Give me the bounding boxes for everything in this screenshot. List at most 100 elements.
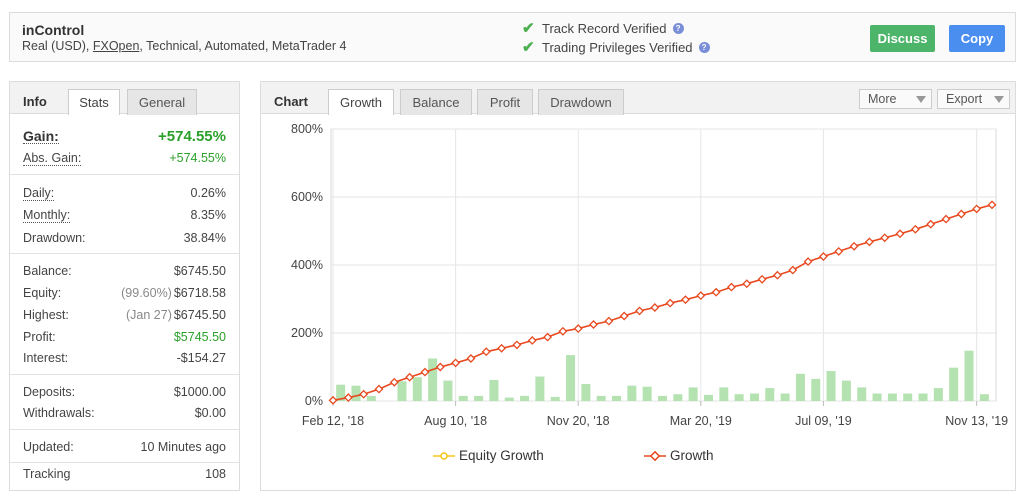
growth-point bbox=[466, 354, 476, 363]
bar bbox=[979, 394, 989, 401]
more-dropdown[interactable]: More bbox=[859, 89, 932, 109]
bar bbox=[964, 350, 974, 401]
tab-profit[interactable]: Profit bbox=[477, 89, 533, 115]
bar bbox=[412, 377, 422, 401]
y-tick-label: 400% bbox=[291, 258, 323, 272]
growth-point bbox=[788, 265, 798, 275]
growth-point bbox=[374, 384, 384, 394]
legend-growth[interactable]: Growth bbox=[644, 448, 714, 463]
growth-point bbox=[926, 219, 936, 229]
bar bbox=[933, 388, 943, 401]
growth-point bbox=[527, 336, 537, 345]
growth-point bbox=[757, 274, 767, 284]
bar bbox=[504, 397, 514, 401]
trading-privileges-verified: ✔ Trading Privileges Verified ? bbox=[522, 38, 710, 56]
growth-point bbox=[681, 295, 690, 305]
broker-link[interactable]: FXOpen bbox=[93, 39, 140, 53]
tab-stats[interactable]: Stats bbox=[68, 89, 120, 115]
chart-title: Chart bbox=[274, 94, 308, 109]
info-panel: Info Stats General Gain: +574.55% Abs. G… bbox=[9, 81, 240, 491]
growth-point bbox=[635, 306, 644, 316]
bar bbox=[428, 358, 438, 401]
interest-label: Interest: bbox=[23, 351, 69, 365]
account-header: inControl Real (USD), FXOpen, Technical,… bbox=[9, 12, 1016, 62]
growth-point bbox=[987, 200, 997, 210]
drawdown-value: 38.84% bbox=[183, 231, 226, 245]
tab-drawdown[interactable]: Drawdown bbox=[538, 89, 624, 115]
deposits-row: Deposits: $1000.00 bbox=[23, 382, 226, 402]
growth-point bbox=[803, 257, 813, 267]
x-tick-label: Nov 13, '19 bbox=[945, 414, 1008, 428]
y-tick-label: 800% bbox=[291, 122, 323, 136]
bar bbox=[489, 379, 499, 401]
bar bbox=[918, 393, 928, 401]
chart-panel: Chart Growth Balance Profit Drawdown Mor… bbox=[260, 81, 1016, 491]
bar bbox=[826, 371, 836, 401]
bar bbox=[872, 393, 882, 401]
growth-point bbox=[604, 316, 614, 326]
growth-point bbox=[742, 279, 752, 289]
help-icon[interactable]: ? bbox=[698, 41, 710, 53]
check-icon: ✔ bbox=[522, 20, 535, 37]
equity-percent: (99.60%) bbox=[121, 286, 172, 300]
legend-growth-marker bbox=[644, 450, 666, 461]
drawdown-row: Drawdown: 38.84% bbox=[23, 228, 226, 248]
bar bbox=[949, 367, 959, 401]
help-icon[interactable]: ? bbox=[672, 22, 684, 34]
bar bbox=[351, 385, 361, 401]
account-details: Real (USD), FXOpen, Technical, Automated… bbox=[22, 39, 346, 53]
divider bbox=[10, 253, 239, 254]
daily-label[interactable]: Daily: bbox=[23, 186, 55, 201]
balance-label: Balance: bbox=[23, 264, 72, 278]
check-icon: ✔ bbox=[522, 39, 535, 56]
account-type: Real (USD), bbox=[22, 39, 93, 53]
growth-point bbox=[895, 229, 905, 239]
growth-point bbox=[619, 311, 629, 321]
x-tick-label: Mar 20, '19 bbox=[670, 414, 732, 428]
bar bbox=[903, 393, 913, 401]
withdrawals-value: $0.00 bbox=[194, 406, 226, 420]
bar bbox=[719, 387, 729, 401]
bar bbox=[520, 395, 530, 401]
export-dropdown[interactable]: Export bbox=[937, 89, 1010, 109]
bar bbox=[734, 394, 744, 401]
account-name: inControl bbox=[22, 22, 85, 38]
deposits-value: $1000.00 bbox=[173, 385, 226, 399]
tab-general[interactable]: General bbox=[127, 89, 197, 115]
tracking-row: Tracking 108 bbox=[23, 464, 226, 484]
drawdown-label: Drawdown: bbox=[23, 231, 86, 245]
bar bbox=[887, 393, 897, 401]
growth-point bbox=[650, 303, 660, 312]
growth-point bbox=[420, 367, 430, 377]
account-attributes: , Technical, Automated, MetaTrader 4 bbox=[139, 39, 347, 53]
balance-row: Balance: $6745.50 bbox=[23, 261, 226, 281]
growth-chart: 0% 200% 400% 600% 800% Feb 12, '18 Aug 10, '18… bbox=[291, 122, 1008, 428]
gain-label[interactable]: Gain: bbox=[23, 129, 59, 144]
tab-growth[interactable]: Growth bbox=[328, 89, 394, 115]
highest-date: (Jan 27) bbox=[126, 308, 172, 322]
growth-point bbox=[497, 343, 507, 353]
divider bbox=[10, 462, 239, 463]
growth-point bbox=[512, 340, 522, 350]
growth-point bbox=[543, 332, 553, 342]
gain-row: Gain: +574.55% bbox=[23, 126, 226, 146]
trading-privileges-label: Trading Privileges Verified bbox=[542, 39, 693, 55]
growth-point bbox=[665, 298, 675, 308]
daily-row: Daily: 0.26% bbox=[23, 183, 226, 203]
growth-point bbox=[772, 270, 782, 280]
discuss-button[interactable]: Discuss bbox=[870, 25, 935, 52]
y-tick-label: 0% bbox=[305, 394, 323, 408]
legend-equity-growth[interactable]: Equity Growth bbox=[433, 448, 544, 463]
deposits-label: Deposits: bbox=[23, 385, 76, 399]
gain-value: +574.55% bbox=[158, 127, 226, 145]
copy-button[interactable]: Copy bbox=[949, 25, 1005, 52]
abs-gain-row: Abs. Gain: +574.55% bbox=[23, 148, 226, 168]
monthly-label[interactable]: Monthly: bbox=[23, 208, 71, 223]
divider bbox=[10, 374, 239, 375]
bar bbox=[795, 373, 805, 401]
bar bbox=[550, 396, 560, 401]
divider bbox=[10, 429, 239, 430]
tab-balance[interactable]: Balance bbox=[400, 89, 472, 115]
bar bbox=[749, 393, 759, 401]
abs-gain-label[interactable]: Abs. Gain: bbox=[23, 151, 82, 166]
